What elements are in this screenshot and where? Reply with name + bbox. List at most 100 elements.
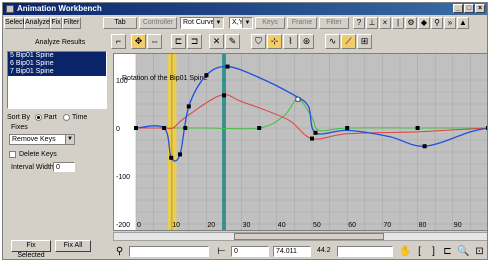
sort-time-label: Time — [72, 114, 88, 121]
curve-key — [257, 126, 262, 130]
curve-key — [225, 64, 230, 69]
graph-toolbar: ⌐ ✥ ⇔ ⊏ ⊐ ✕ ✎ ⛉ ⊹ ⌇ ⊛ ∿ ⟋ ⊞ — [111, 33, 487, 51]
frame-end-field[interactable]: 74.011 — [273, 246, 311, 257]
frame-all-icon[interactable]: ⊏ — [441, 245, 454, 258]
list-item[interactable]: 5 Bip01 Spine — [8, 52, 106, 60]
tangent-icon[interactable]: ⌇ — [283, 34, 298, 49]
horizontal-scrollbar[interactable] — [113, 232, 487, 241]
keys-button[interactable]: Keys — [255, 17, 285, 29]
select-tool-icon[interactable]: ⌐ — [111, 34, 126, 49]
x-tick-label: 40 — [278, 222, 286, 229]
tab-filter[interactable]: Filter — [62, 17, 81, 29]
move-keys-icon[interactable]: ✥ — [131, 34, 146, 49]
curve-key — [186, 104, 191, 109]
split-icon[interactable]: | — [392, 17, 404, 29]
filter-button[interactable]: Filter — [319, 17, 349, 29]
analyze-results-label: Analyze Results — [35, 39, 86, 46]
close-button[interactable]: × — [475, 4, 485, 13]
maximize-button[interactable]: □ — [464, 4, 474, 13]
list-item[interactable]: 7 Bip01 Spine — [8, 68, 106, 76]
curve-select[interactable]: Rot Curve ▼ — [180, 17, 224, 29]
pin-icon[interactable]: ⊥ — [366, 17, 378, 29]
curve-key — [486, 126, 487, 130]
x-tick-label: 20 — [207, 222, 215, 229]
x-tick-label: 50 — [313, 222, 321, 229]
zoom-icon[interactable]: 🔍 — [457, 245, 470, 258]
selected-key — [295, 96, 301, 102]
tab-analyze[interactable]: Analyze — [24, 17, 50, 29]
step-icon[interactable]: ⊞ — [357, 34, 372, 49]
zoom-time-icon[interactable]: [ — [413, 245, 426, 258]
curve-key — [162, 126, 167, 130]
fix-selected-button[interactable]: Fix Selected — [11, 240, 51, 259]
curve-key — [222, 93, 226, 98]
x-tick-label: 90 — [454, 222, 462, 229]
list-item[interactable]: 6 Bip01 Spine — [8, 60, 106, 68]
minimize-button[interactable]: _ — [453, 4, 463, 13]
sort-part-radio[interactable] — [35, 114, 42, 121]
chevron-down-icon: ▼ — [213, 18, 223, 28]
curve-key — [169, 155, 174, 160]
draw-curve-icon[interactable]: ✎ — [225, 34, 240, 49]
fixes-label: Fixes — [11, 124, 28, 131]
scale-values-icon[interactable]: ⊐ — [187, 34, 202, 49]
slide-keys-icon[interactable]: ⇔ — [147, 34, 162, 49]
curve-graph-svg: 1000-100-2000102030405060708090100Rotati… — [114, 54, 487, 230]
main-toolbar: Select Analyze Fix Filter Tab Controller… — [3, 16, 487, 30]
fix-method-select[interactable]: Remove Keys ▼ — [9, 134, 75, 145]
bone-icon[interactable]: ◆ — [418, 17, 430, 29]
curve-key — [313, 130, 318, 135]
cycle-icon[interactable]: ⊛ — [299, 34, 314, 49]
frame-start-field[interactable]: 0 — [231, 246, 269, 257]
settings-icon[interactable]: ⚙ — [405, 17, 417, 29]
close-panel-icon[interactable]: × — [379, 17, 391, 29]
value-field[interactable] — [337, 246, 393, 257]
curve-graph[interactable]: 1000-100-2000102030405060708090100Rotati… — [113, 53, 487, 231]
options-icon[interactable]: » — [444, 17, 456, 29]
pan-icon[interactable]: ⚲ — [113, 245, 126, 258]
zoom-region-icon[interactable]: ⊡ — [473, 245, 486, 258]
biped-icon[interactable]: ⚲ — [431, 17, 443, 29]
frame-button[interactable]: Frame — [287, 17, 317, 29]
tab-select[interactable]: Select — [4, 17, 24, 29]
curve-key — [422, 144, 427, 149]
scrollbar-thumb[interactable] — [234, 233, 384, 240]
add-key-icon[interactable]: ✕ — [209, 34, 224, 49]
time-marker — [222, 54, 226, 230]
window-controls: _ □ × — [453, 4, 485, 13]
fix-all-button[interactable]: Fix All — [55, 240, 91, 252]
show-keys-icon[interactable]: ⊹ — [267, 34, 282, 49]
x-tick-label: 60 — [348, 222, 356, 229]
value-readout: 44.2 — [317, 247, 331, 254]
fix-method-value: Remove Keys — [12, 136, 56, 143]
filter-icon[interactable]: ▲ — [457, 17, 469, 29]
curve-key — [183, 126, 188, 130]
interval-width-label: Interval Width — [11, 164, 54, 171]
filter-curves-icon[interactable]: ⛉ — [251, 34, 266, 49]
sort-time-radio[interactable] — [63, 114, 70, 121]
axis-select[interactable]: X,Y,Z ▼ — [229, 17, 253, 29]
key-icon[interactable]: ⊢ — [215, 245, 228, 258]
interval-width-input[interactable]: 0 — [53, 162, 75, 172]
sort-by-label: Sort By — [7, 114, 30, 121]
smooth-icon[interactable]: ∿ — [325, 34, 340, 49]
curve-label: Rotation of the Bip01 Spine — [122, 75, 207, 82]
analyze-results-list[interactable]: 5 Bip01 Spine 6 Bip01 Spine 7 Bip01 Spin… — [7, 51, 107, 109]
status-bar: ⚲ ⊢ 0 74.011 44.2 ✋ [ ] ⊏ 🔍 ⊡ — [111, 243, 487, 259]
scale-keys-icon[interactable]: ⊏ — [171, 34, 186, 49]
curve-key — [310, 136, 314, 141]
window-title: Animation Workbench — [17, 4, 102, 13]
linear-icon[interactable]: ⟋ — [341, 34, 356, 49]
hand-pan-icon[interactable]: ✋ — [399, 245, 412, 258]
delete-keys-checkbox[interactable] — [9, 151, 16, 158]
help-icon[interactable]: ? — [353, 17, 365, 29]
sort-part-label: Part — [44, 114, 57, 121]
y-tick-label: -100 — [116, 174, 130, 181]
left-panel: Analyze Results 5 Bip01 Spine 6 Bip01 Sp… — [5, 33, 109, 259]
curve-key — [134, 126, 138, 130]
curve-key — [204, 73, 209, 78]
zoom-value-icon[interactable]: ] — [427, 245, 440, 258]
tab-button[interactable]: Tab — [103, 17, 137, 29]
controller-button[interactable]: Controller — [139, 17, 177, 29]
tab-fix[interactable]: Fix — [50, 17, 62, 29]
